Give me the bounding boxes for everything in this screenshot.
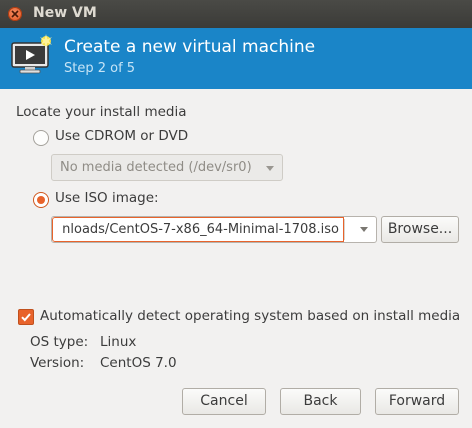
- browse-button[interactable]: Browse...: [381, 216, 459, 243]
- wizard-title: Create a new virtual machine: [64, 37, 316, 57]
- cdrom-media-value: No media detected (/dev/sr0): [60, 160, 252, 175]
- cdrom-media-select: No media detected (/dev/sr0): [51, 154, 283, 181]
- combo-separator: [344, 219, 345, 240]
- os-type-label: OS type:: [30, 334, 89, 350]
- chevron-down-icon[interactable]: [360, 227, 368, 232]
- auto-detect-label[interactable]: Automatically detect operating system ba…: [40, 308, 460, 324]
- cdrom-radio[interactable]: [33, 130, 49, 146]
- version-label: Version:: [30, 355, 85, 371]
- section-heading: Locate your install media: [16, 104, 187, 120]
- chevron-down-icon: [266, 166, 274, 171]
- wizard-step: Step 2 of 5: [64, 61, 136, 76]
- version-value: CentOS 7.0: [100, 355, 177, 371]
- vm-monitor-icon: [10, 33, 54, 77]
- auto-detect-checkbox[interactable]: [18, 309, 34, 325]
- os-type-value: Linux: [100, 334, 137, 350]
- cdrom-label[interactable]: Use CDROM or DVD: [55, 128, 188, 144]
- iso-path-combo[interactable]: nloads/CentOS-7-x86_64-Minimal-1708.iso: [51, 216, 377, 243]
- cancel-button[interactable]: Cancel: [182, 388, 266, 415]
- iso-path-value: nloads/CentOS-7-x86_64-Minimal-1708.iso: [62, 222, 339, 237]
- back-button[interactable]: Back: [280, 388, 361, 415]
- close-icon[interactable]: [8, 7, 22, 21]
- title-bar: New VM: [0, 0, 472, 28]
- iso-path-input[interactable]: nloads/CentOS-7-x86_64-Minimal-1708.iso: [52, 217, 344, 242]
- wizard-header: Create a new virtual machine Step 2 of 5: [0, 28, 472, 89]
- forward-button[interactable]: Forward: [375, 388, 459, 415]
- iso-radio[interactable]: [33, 192, 49, 208]
- iso-label[interactable]: Use ISO image:: [55, 190, 159, 206]
- window-title: New VM: [33, 5, 97, 21]
